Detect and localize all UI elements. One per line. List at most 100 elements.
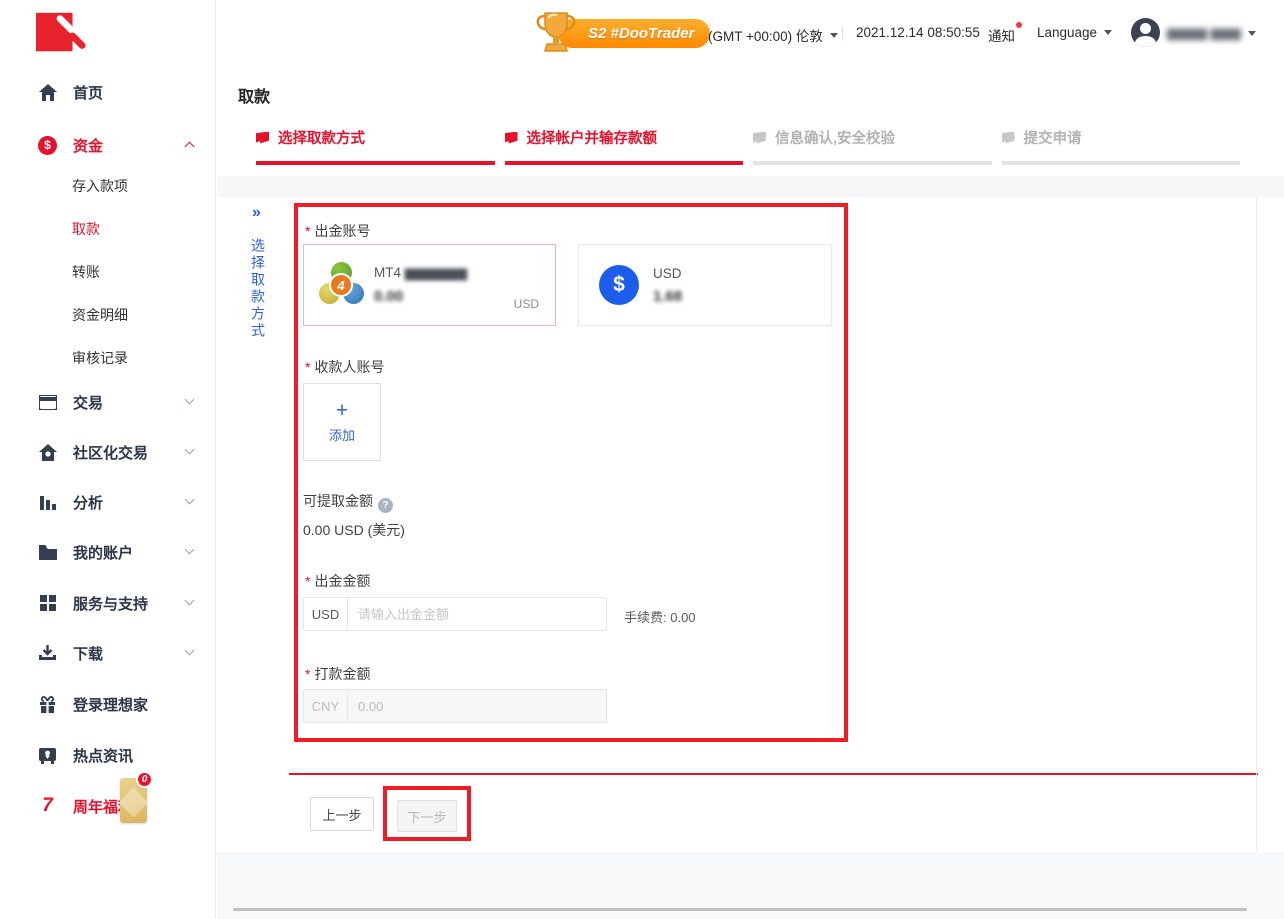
account-number-masked: ▆▆▆▆▆▆ bbox=[405, 265, 467, 280]
sidebar-item-community-trading[interactable]: 社区化交易 bbox=[38, 439, 201, 465]
download-icon bbox=[38, 644, 57, 663]
account-balance-masked: 0.00 bbox=[374, 288, 467, 305]
sidebar-item-label: 分析 bbox=[73, 492, 103, 513]
community-house-icon bbox=[38, 443, 57, 462]
account-currency: USD bbox=[514, 297, 539, 311]
sidebar-item-review-records[interactable]: 审核记录 bbox=[72, 345, 201, 371]
header-divider bbox=[842, 26, 843, 41]
account-menu-chevron-icon[interactable] bbox=[1248, 31, 1256, 36]
gift-icon bbox=[38, 695, 57, 714]
sidebar-item-label: 登录理想家 bbox=[73, 694, 148, 715]
server-datetime: 2021.12.14 08:50:55 bbox=[856, 25, 980, 40]
currency-prefix: USD bbox=[304, 598, 348, 630]
sidebar-item-trading[interactable]: 交易 bbox=[38, 389, 201, 415]
usd-wallet-card[interactable]: $ USD 1.68 bbox=[578, 244, 832, 326]
sidebar-item-lixiangjia[interactable]: 登录理想家 bbox=[38, 691, 201, 717]
usd-wallet-icon: $ bbox=[599, 265, 639, 305]
sidebar-item-fund-details[interactable]: 资金明细 bbox=[72, 302, 201, 328]
step-label: 信息确认,安全校验 bbox=[775, 127, 895, 148]
timezone-label: (GMT +00:00) 伦敦 bbox=[708, 25, 823, 45]
sidebar-item-funds[interactable]: $ 资金 bbox=[38, 132, 201, 158]
horizontal-scrollbar[interactable] bbox=[233, 908, 1247, 911]
page-title: 取款 bbox=[238, 83, 270, 107]
timezone-selector[interactable]: (GMT +00:00) 伦敦 bbox=[708, 25, 838, 45]
seven-icon: 7 bbox=[38, 797, 57, 816]
sidebar-item-label: 服务与支持 bbox=[73, 593, 148, 614]
available-amount-label: 可提取金额? bbox=[303, 491, 393, 513]
withdraw-account-label: *出金账号 bbox=[305, 221, 370, 241]
season-badge[interactable]: S2 #DooTrader bbox=[558, 19, 710, 48]
payout-amount-label: *打款金额 bbox=[305, 664, 370, 684]
sidebar-item-label: 资金明细 bbox=[72, 305, 128, 325]
sidebar-item-label: 首页 bbox=[73, 82, 103, 103]
account-type: MT4 bbox=[374, 265, 401, 280]
username-masked: ▆▆▆▆ ▆▆▆ bbox=[1167, 25, 1241, 41]
flag-icon bbox=[753, 132, 766, 144]
chevron-down-icon bbox=[185, 646, 195, 656]
sidebar-item-label: 热点资讯 bbox=[73, 745, 133, 766]
step-confirm-info: 信息确认,安全校验 bbox=[753, 127, 992, 165]
collapse-panel-icon[interactable]: » bbox=[252, 204, 261, 222]
sidebar-item-label: 存入款项 bbox=[72, 176, 128, 196]
card-icon bbox=[38, 393, 57, 412]
language-label: Language bbox=[1037, 25, 1097, 40]
withdraw-amount-input[interactable] bbox=[348, 598, 606, 630]
notification-dot bbox=[1016, 22, 1022, 28]
step-choose-method: 选择取款方式 bbox=[256, 127, 495, 165]
avatar[interactable] bbox=[1131, 18, 1160, 47]
sidebar-item-label: 下载 bbox=[73, 643, 103, 664]
vertical-scrollbar[interactable] bbox=[1256, 197, 1257, 852]
step-choose-account: 选择帐户并输存款额 bbox=[505, 127, 744, 165]
doo-prime-logo[interactable] bbox=[36, 8, 86, 63]
chevron-down-icon bbox=[1104, 30, 1112, 35]
sidebar-item-label: 资金 bbox=[73, 135, 103, 156]
notifications-link[interactable]: 通知 bbox=[988, 25, 1015, 45]
step-label: 选择取款方式 bbox=[278, 127, 365, 148]
side-tab-choose-method[interactable]: 选择取款方式 bbox=[248, 238, 268, 340]
language-selector[interactable]: Language bbox=[1037, 25, 1112, 40]
sidebar-item-label: 转账 bbox=[72, 262, 100, 282]
sidebar-item-my-account[interactable]: 我的账户 bbox=[38, 539, 201, 565]
withdraw-amount-group: USD bbox=[303, 597, 607, 631]
sidebar-item-analysis[interactable]: 分析 bbox=[38, 489, 201, 515]
sidebar-item-download[interactable]: 下载 bbox=[38, 640, 201, 666]
payout-amount-group: CNY bbox=[303, 689, 607, 723]
chevron-down-icon bbox=[185, 445, 195, 455]
mt4-logo-icon: 4 bbox=[318, 262, 364, 308]
sidebar-item-label: 交易 bbox=[73, 392, 103, 413]
withdraw-amount-label: *出金金额 bbox=[305, 571, 370, 591]
app-window: S2 #DooTrader (GMT +00:00) 伦敦 2021.12.14… bbox=[0, 0, 1284, 919]
step-submit: 提交申请 bbox=[1002, 127, 1241, 165]
plus-icon: + bbox=[336, 401, 348, 421]
sidebar-item-hot-news[interactable]: 热点资讯 bbox=[38, 742, 201, 768]
sidebar-item-services-support[interactable]: 服务与支持 bbox=[38, 590, 201, 616]
sidebar: 首页 $ 资金 存入款项 取款 转账 资金明细 审核记录 交易 bbox=[0, 0, 216, 919]
prev-step-button[interactable]: 上一步 bbox=[310, 797, 374, 831]
add-payee-button[interactable]: + 添加 bbox=[303, 383, 381, 461]
sidebar-item-transfer[interactable]: 转账 bbox=[72, 259, 201, 285]
sidebar-item-withdraw[interactable]: 取款 bbox=[72, 216, 201, 242]
notifications-label: 通知 bbox=[988, 25, 1015, 45]
sidebar-item-label: 审核记录 bbox=[72, 348, 128, 368]
available-amount-value: 0.00 USD (美元) bbox=[303, 520, 405, 540]
mt4-account-card[interactable]: 4 MT4 ▆▆▆▆▆▆ 0.00 USD bbox=[303, 244, 556, 326]
sidebar-item-label: 我的账户 bbox=[73, 542, 133, 563]
next-step-button[interactable]: 下一步 bbox=[397, 800, 457, 832]
dollar-circle-icon: $ bbox=[38, 136, 57, 155]
steps-bar: 选择取款方式 选择帐户并输存款额 信息确认,安全校验 提交申请 bbox=[256, 127, 1240, 165]
help-icon[interactable]: ? bbox=[378, 498, 393, 513]
step-label: 选择帐户并输存款额 bbox=[527, 127, 658, 148]
currency-prefix: CNY bbox=[304, 690, 348, 722]
sidebar-item-label: 取款 bbox=[72, 219, 100, 239]
flag-icon bbox=[505, 132, 518, 144]
wallet-name: USD bbox=[653, 266, 682, 281]
home-icon bbox=[38, 83, 57, 102]
chevron-down-icon bbox=[185, 395, 195, 405]
sidebar-item-home[interactable]: 首页 bbox=[38, 79, 201, 105]
payee-account-label: *收款人账号 bbox=[305, 357, 384, 377]
chevron-down-icon bbox=[185, 495, 195, 505]
flag-icon bbox=[1002, 132, 1015, 144]
divider-annotation bbox=[289, 773, 1258, 775]
chevron-down-icon bbox=[185, 545, 195, 555]
sidebar-item-deposit[interactable]: 存入款项 bbox=[72, 173, 201, 199]
